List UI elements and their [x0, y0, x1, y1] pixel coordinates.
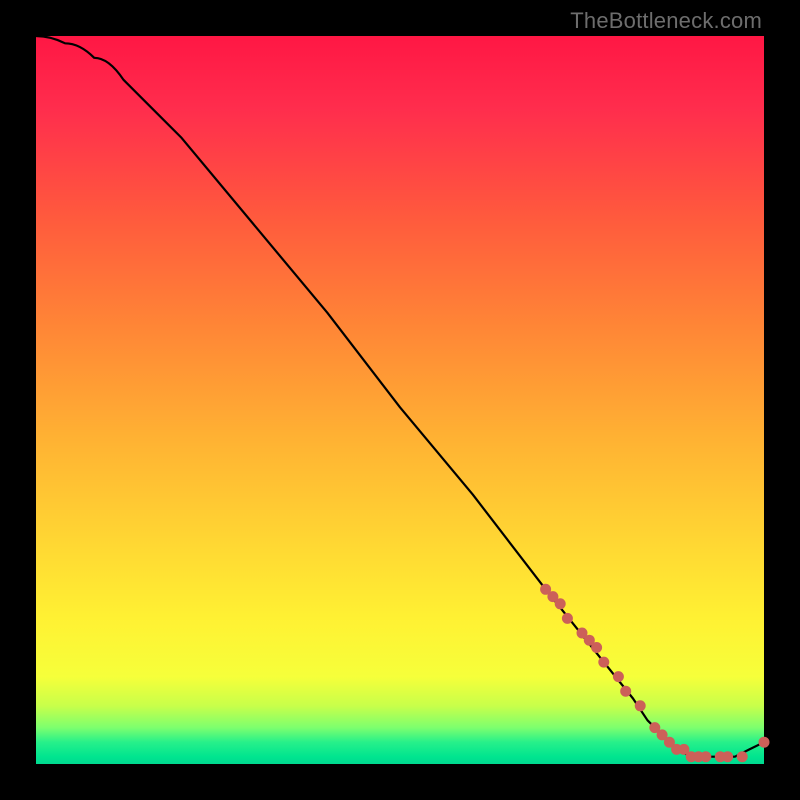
data-point — [562, 613, 572, 623]
chart-frame: TheBottleneck.com — [0, 0, 800, 800]
data-point — [599, 657, 609, 667]
plot-area — [36, 36, 764, 764]
data-point — [701, 752, 711, 762]
data-point — [759, 737, 769, 747]
data-point — [592, 643, 602, 653]
data-point — [737, 752, 747, 762]
scatter-points — [541, 584, 769, 761]
data-point — [613, 672, 623, 682]
data-point — [621, 686, 631, 696]
data-point — [723, 752, 733, 762]
data-point — [635, 701, 645, 711]
data-point — [555, 599, 565, 609]
curve-svg — [36, 36, 764, 764]
watermark-text: TheBottleneck.com — [570, 8, 762, 34]
bottleneck-curve — [36, 36, 764, 757]
